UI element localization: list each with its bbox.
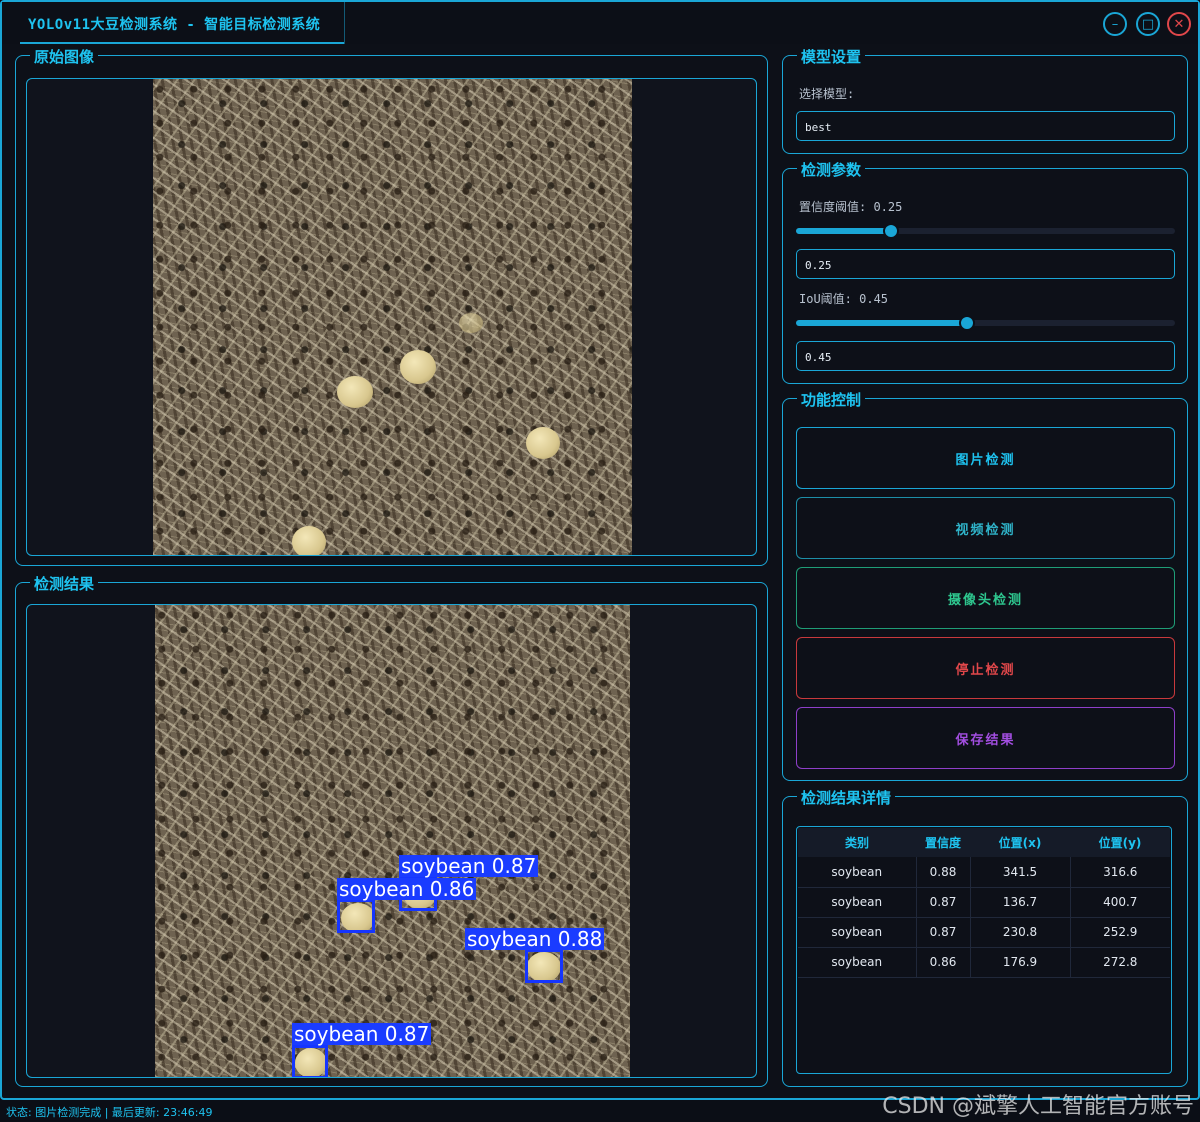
cell-x: 176.9: [970, 947, 1071, 978]
column-header[interactable]: 类别: [798, 828, 916, 857]
model-select-label: 选择模型:: [799, 87, 855, 101]
function-control-title: 功能控制: [797, 389, 866, 410]
title-underline: [20, 42, 344, 44]
soybean: [526, 427, 560, 459]
maximize-icon[interactable]: □: [1136, 12, 1160, 36]
cell-x: 136.7: [970, 887, 1071, 918]
result-table: 类别 置信度 位置(x) 位置(y) soybean 0.88 341.5 31…: [798, 828, 1170, 978]
detection-box: [292, 1045, 328, 1077]
model-settings-title: 模型设置: [797, 46, 866, 67]
table-row[interactable]: soybean 0.87 136.7 400.7: [798, 887, 1170, 918]
result-image-frame: soybean 0.87 soybean 0.86 soybean 0.88 s…: [26, 604, 757, 1078]
soybean: [400, 350, 436, 384]
detect-params-title: 检测参数: [797, 159, 866, 180]
iou-slider-fill: [796, 320, 967, 326]
image-detect-button[interactable]: 图片检测: [796, 427, 1175, 489]
cell-y: 252.9: [1070, 917, 1170, 948]
soybean: [292, 526, 326, 555]
original-image-title: 原始图像: [30, 46, 99, 67]
detection-label: soybean 0.87: [399, 854, 539, 878]
iou-input[interactable]: 0.45: [796, 341, 1175, 371]
title-bar: YOLOv11大豆检测系统 - 智能目标检测系统 – □ ✕: [2, 2, 1198, 44]
status-bar: 状态: 图片检测完成 | 最后更新: 23:46:49: [6, 1106, 213, 1119]
detection-box: [525, 949, 563, 983]
confidence-slider-handle[interactable]: [882, 223, 899, 239]
detection-label: soybean 0.86: [337, 877, 477, 901]
cell-confidence: 0.87: [916, 887, 971, 918]
table-header-row: 类别 置信度 位置(x) 位置(y): [798, 828, 1170, 857]
iou-slider-handle[interactable]: [958, 315, 975, 331]
table-row[interactable]: soybean 0.88 341.5 316.6: [798, 857, 1170, 888]
iou-label: IoU阈值: 0.45: [799, 292, 889, 306]
confidence-slider-fill: [796, 228, 891, 234]
stop-detect-button[interactable]: 停止检测: [796, 637, 1175, 699]
cell-class: soybean: [798, 947, 917, 978]
detection-label: soybean 0.88: [465, 927, 605, 951]
result-details-title: 检测结果详情: [797, 787, 896, 808]
confidence-slider[interactable]: [796, 223, 1175, 239]
confidence-input[interactable]: 0.25: [796, 249, 1175, 279]
column-header[interactable]: 置信度: [916, 828, 970, 857]
table-row[interactable]: soybean 0.87 230.8 252.9: [798, 917, 1170, 948]
cell-confidence: 0.88: [916, 857, 971, 888]
cell-y: 400.7: [1070, 887, 1170, 918]
watermark: CSDN @斌擎人工智能官方账号: [882, 1094, 1194, 1119]
camera-detect-button[interactable]: 摄像头检测: [796, 567, 1175, 629]
result-image: soybean 0.87 soybean 0.86 soybean 0.88 s…: [155, 605, 630, 1077]
cell-x: 341.5: [970, 857, 1071, 888]
confidence-label: 置信度阈值: 0.25: [799, 200, 903, 214]
cell-y: 272.8: [1070, 947, 1170, 978]
minimize-icon[interactable]: –: [1103, 12, 1127, 36]
cell-y: 316.6: [1070, 857, 1170, 888]
soybean: [337, 376, 373, 408]
save-results-button[interactable]: 保存结果: [796, 707, 1175, 769]
column-header[interactable]: 位置(x): [970, 828, 1070, 857]
soybean: [459, 313, 483, 333]
detection-box: [337, 899, 375, 933]
video-detect-button[interactable]: 视频检测: [796, 497, 1175, 559]
detection-result-title: 检测结果: [30, 573, 99, 594]
cell-confidence: 0.87: [916, 917, 971, 948]
iou-slider[interactable]: [796, 315, 1175, 331]
cell-confidence: 0.86: [916, 947, 971, 978]
cell-class: soybean: [798, 887, 917, 918]
original-image-frame: [26, 78, 757, 556]
column-header[interactable]: 位置(y): [1070, 828, 1170, 857]
detection-label: soybean 0.87: [292, 1022, 432, 1046]
cell-class: soybean: [798, 857, 917, 888]
app-window: YOLOv11大豆检测系统 - 智能目标检测系统 – □ ✕ 原始图像 检测结果…: [0, 0, 1200, 1100]
cell-x: 230.8: [970, 917, 1071, 948]
model-select[interactable]: best: [796, 111, 1175, 141]
original-image: [153, 79, 632, 555]
window-title: YOLOv11大豆检测系统 - 智能目标检测系统: [28, 17, 321, 33]
cell-class: soybean: [798, 917, 917, 948]
title-divider: [344, 2, 345, 44]
close-icon[interactable]: ✕: [1167, 12, 1191, 36]
table-row[interactable]: soybean 0.86 176.9 272.8: [798, 947, 1170, 978]
